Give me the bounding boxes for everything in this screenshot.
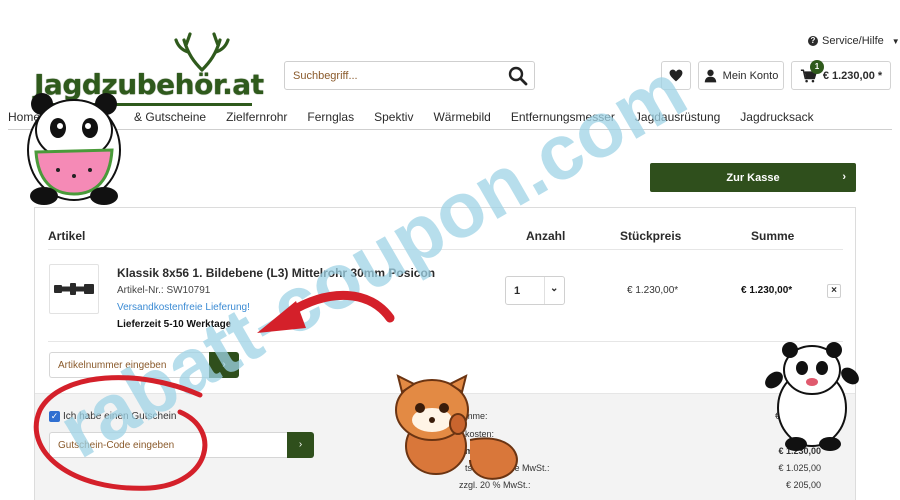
column-header-unit-price: Stückpreis <box>620 229 682 243</box>
nav-item-entfernungsmesser[interactable]: Entfernungsmesser <box>511 110 615 130</box>
voucher-field <box>49 432 287 458</box>
search-input[interactable] <box>285 62 500 89</box>
service-menu[interactable]: ? Service/Hilfe ▼ <box>808 35 900 47</box>
question-icon: ? <box>808 36 818 46</box>
add-article-button[interactable]: › <box>209 352 239 378</box>
user-icon <box>704 69 716 82</box>
chevron-down-icon: ▼ <box>891 36 900 46</box>
nav-divider <box>8 129 892 130</box>
summary-label-vat: zzgl. 20 % MwSt.: <box>459 480 531 490</box>
search-icon[interactable] <box>508 66 528 86</box>
voucher-checkbox-label[interactable]: Ich habe einen Gutschein <box>63 411 176 422</box>
cart-count-badge: 1 <box>810 60 824 74</box>
nav-item-waermebild[interactable]: Wärmebild <box>433 110 490 130</box>
chevron-right-icon: › <box>222 359 226 370</box>
voucher-summary-area: ✓ Ich habe einen Gutschein › mme: € 1.2 … <box>35 393 855 500</box>
delivery-time: Lieferzeit 5-10 Werktage <box>117 319 232 330</box>
chevron-down-icon: ⌄ <box>550 283 559 294</box>
line-total: € 1.230,00* <box>741 285 793 296</box>
apply-voucher-button[interactable]: › <box>287 432 314 458</box>
search-box <box>284 61 535 90</box>
product-thumbnail[interactable] <box>49 264 99 314</box>
summary-label-total: mme: <box>465 446 490 456</box>
nav-item-zielfernrohr[interactable]: Zielfernrohr <box>226 110 287 130</box>
item-divider <box>48 341 843 342</box>
nav-item-jagdrucksack[interactable]: Jagdrucksack <box>740 110 813 130</box>
quantity-value: 1 <box>514 285 521 297</box>
logo-underline <box>34 103 252 106</box>
article-number-input[interactable] <box>50 353 209 377</box>
remove-item-button[interactable]: × <box>827 284 841 298</box>
account-label: Mein Konto <box>722 69 779 82</box>
cart-panel: Artikel Anzahl Stückpreis Summe Klassik … <box>34 207 856 500</box>
nav-item-fernglas[interactable]: Fernglas <box>307 110 354 130</box>
voucher-input[interactable] <box>50 433 287 457</box>
nav-item-home[interactable]: Home <box>8 110 40 130</box>
summary-label-subtotal: mme: <box>465 411 488 421</box>
chevron-right-icon: › <box>842 171 846 183</box>
summary-value-net: € 1.025,00 <box>778 463 821 473</box>
service-label: Service/Hilfe <box>822 35 884 47</box>
chevron-right-icon: › <box>298 439 303 450</box>
summary-value-total: € 1.230,00 <box>778 446 821 456</box>
antlers-icon <box>174 32 230 72</box>
riflescope-image <box>54 283 94 295</box>
column-header-quantity: Anzahl <box>526 229 566 243</box>
summary-value-shipping: € <box>789 429 795 439</box>
account-button[interactable]: Mein Konto <box>698 61 784 90</box>
summary-label-shipping: kosten: <box>465 429 495 439</box>
nav-item-jagdausruestung[interactable]: Jagdausrüstung <box>635 110 720 130</box>
article-number-field <box>49 352 209 378</box>
wishlist-button[interactable] <box>661 61 691 90</box>
quantity-select[interactable]: 1 ⌄ <box>505 276 565 305</box>
quantity-divider <box>544 277 545 304</box>
nav-item-spektiv[interactable]: Spektiv <box>374 110 413 130</box>
summary-value-subtotal: € 1.2 <box>774 411 795 421</box>
summary-label-net: tsumme ohne MwSt.: <box>465 463 550 473</box>
column-header-total: Summe <box>751 229 795 243</box>
main-nav: Home & Gutscheine Zielfernrohr Fernglas … <box>8 110 834 130</box>
shipping-note: Versandkostenfreie Lieferung! <box>117 302 250 313</box>
product-name[interactable]: Klassik 8x56 1. Bildebene (L3) Mittelroh… <box>117 266 435 280</box>
product-number: Artikel-Nr.: SW10791 <box>117 285 211 296</box>
cart-button[interactable]: 1 € 1.230,00 * <box>791 60 891 90</box>
nav-item-gutscheine[interactable]: & Gutscheine <box>134 110 206 130</box>
unit-price: € 1.230,00* <box>627 285 679 296</box>
cart-total: € 1.230,00 * <box>822 69 883 82</box>
checkout-label: Zur Kasse <box>726 171 780 184</box>
column-header-article: Artikel <box>48 229 86 243</box>
summary-value-vat: € 205,00 <box>785 480 821 490</box>
logo-wordmark: Jagdzubehör.at <box>34 68 264 101</box>
site-logo[interactable]: Jagdzubehör.at <box>34 32 264 106</box>
voucher-checkbox[interactable]: ✓ <box>49 411 60 422</box>
header-divider <box>48 249 843 250</box>
checkout-button[interactable]: Zur Kasse › <box>650 163 856 192</box>
heart-icon <box>669 69 683 82</box>
